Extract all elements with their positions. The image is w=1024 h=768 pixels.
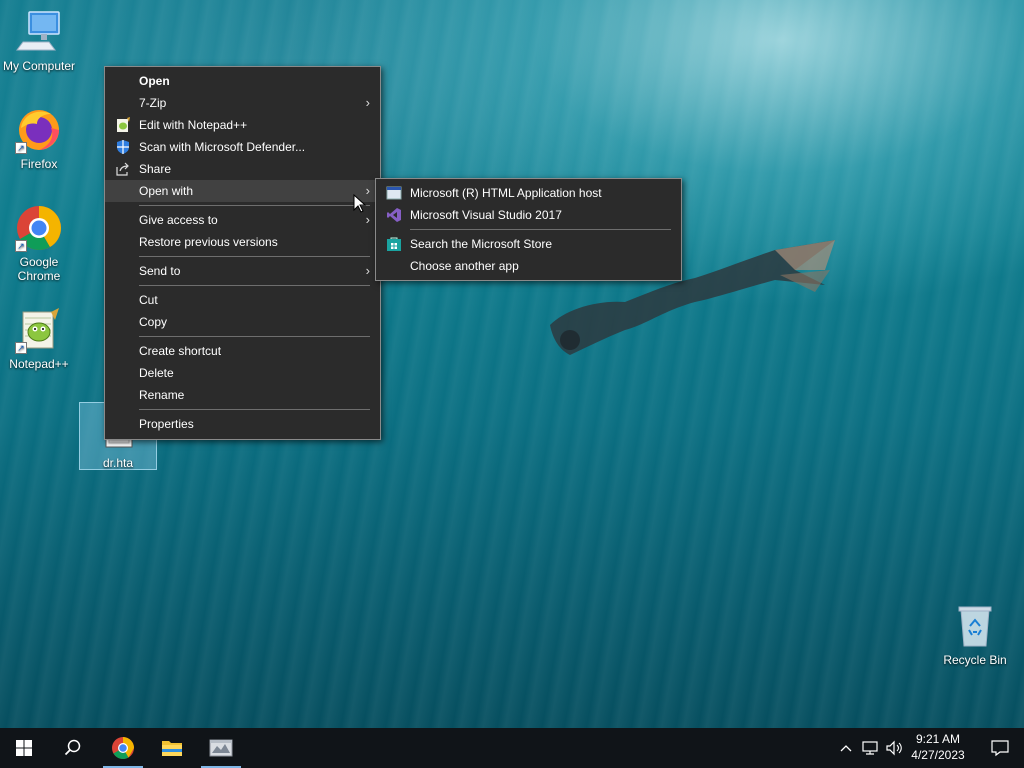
- speaker-icon: [886, 740, 902, 756]
- visual-studio-icon: [386, 207, 402, 223]
- desktop-icon-notepadpp[interactable]: ↗ Notepad++: [0, 306, 78, 371]
- notepadpp-icon: ↗: [15, 306, 63, 354]
- menu-item-label: Create shortcut: [139, 344, 222, 358]
- desktop-icon-firefox[interactable]: ↗ Firefox: [0, 106, 78, 171]
- desktop-icon-label: Google Chrome: [17, 255, 61, 283]
- desktop-icon-my-computer[interactable]: My Computer: [0, 8, 78, 73]
- menu-separator: [139, 336, 370, 337]
- shortcut-arrow-icon: ↗: [15, 142, 27, 154]
- menu-item-label: Restore previous versions: [139, 235, 278, 249]
- taskbar-app-button[interactable]: [197, 728, 245, 768]
- menu-item-label: Scan with Microsoft Defender...: [139, 140, 306, 154]
- menu-item-label: Copy: [139, 315, 168, 329]
- menu-item-label: Microsoft (R) HTML Application host: [410, 186, 602, 200]
- folder-icon: [162, 741, 182, 756]
- search-icon: [64, 739, 81, 756]
- menu-item-label: Rename: [139, 388, 185, 402]
- start-button[interactable]: [0, 728, 48, 768]
- menu-item-label: Microsoft Visual Studio 2017: [410, 208, 562, 222]
- share-icon: [115, 161, 131, 177]
- menu-item-7zip[interactable]: 7-Zip ›: [105, 92, 380, 114]
- taskbar-file-explorer-button[interactable]: [148, 728, 196, 768]
- submenu-item-choose-another-app[interactable]: Choose another app: [376, 255, 681, 277]
- menu-item-scan-defender[interactable]: Scan with Microsoft Defender...: [105, 136, 380, 158]
- desktop-icon-label: Notepad++: [9, 357, 69, 371]
- chevron-up-icon: [840, 745, 852, 752]
- chrome-icon: [112, 737, 134, 759]
- menu-item-properties[interactable]: Properties: [105, 413, 380, 435]
- taskbar-chrome-button[interactable]: [99, 728, 147, 768]
- context-menu: Open 7-Zip › Edit with Notepad++ Scan wi…: [104, 66, 381, 440]
- chevron-right-icon: ›: [365, 95, 370, 110]
- menu-item-open[interactable]: Open: [105, 70, 380, 92]
- desktop-icon-recycle-bin[interactable]: Recycle Bin: [936, 602, 1014, 667]
- menu-item-send-to[interactable]: Send to ›: [105, 260, 380, 282]
- menu-item-label: Edit with Notepad++: [139, 118, 248, 132]
- clock-date: 4/27/2023: [911, 748, 965, 762]
- menu-item-rename[interactable]: Rename: [105, 384, 380, 406]
- store-icon: [386, 236, 402, 252]
- submenu-item-visual-studio[interactable]: Microsoft Visual Studio 2017: [376, 204, 681, 226]
- menu-separator: [139, 256, 370, 257]
- menu-item-label: Give access to: [139, 213, 218, 227]
- menu-separator: [139, 285, 370, 286]
- menu-separator: [139, 205, 370, 206]
- menu-item-label: Cut: [139, 293, 158, 307]
- menu-item-restore-versions[interactable]: Restore previous versions: [105, 231, 380, 253]
- network-icon: [862, 741, 878, 755]
- network-button[interactable]: [860, 738, 880, 758]
- search-button[interactable]: [48, 728, 96, 768]
- menu-item-edit-notepadpp[interactable]: Edit with Notepad++: [105, 114, 380, 136]
- menu-item-label: Send to: [139, 264, 181, 278]
- computer-icon: [15, 8, 63, 56]
- menu-item-delete[interactable]: Delete: [105, 362, 380, 384]
- menu-item-label: Share: [139, 162, 172, 176]
- notification-icon: [991, 740, 1009, 757]
- desktop-icon-chrome[interactable]: ↗ Google Chrome: [0, 204, 78, 283]
- taskbar: 9:21 AM 4/27/2023: [0, 728, 1024, 768]
- application-icon: [209, 739, 233, 757]
- windows-logo-icon: [16, 740, 32, 756]
- desktop-icon-label: Firefox: [20, 157, 58, 171]
- menu-item-give-access[interactable]: Give access to ›: [105, 209, 380, 231]
- menu-item-label: Open: [139, 74, 170, 88]
- menu-item-label: Properties: [139, 417, 194, 431]
- action-center-button[interactable]: [976, 728, 1024, 768]
- submenu-item-microsoft-store[interactable]: Search the Microsoft Store: [376, 233, 681, 255]
- menu-item-create-shortcut[interactable]: Create shortcut: [105, 340, 380, 362]
- menu-item-label: Choose another app: [410, 259, 519, 273]
- menu-item-label: Delete: [139, 366, 174, 380]
- open-with-submenu: Microsoft (R) HTML Application host Micr…: [375, 178, 682, 281]
- show-hidden-icons-button[interactable]: [838, 738, 854, 758]
- desktop-icon-label: Recycle Bin: [943, 653, 1007, 667]
- shield-icon: [115, 139, 131, 155]
- menu-item-copy[interactable]: Copy: [105, 311, 380, 333]
- menu-separator: [139, 409, 370, 410]
- submenu-item-hta-host[interactable]: Microsoft (R) HTML Application host: [376, 182, 681, 204]
- menu-item-label: 7-Zip: [139, 96, 167, 110]
- desktop-icon-label: My Computer: [2, 59, 76, 73]
- recycle-bin-icon: [951, 602, 999, 650]
- desktop-icon-label: dr.hta: [102, 456, 134, 470]
- shortcut-arrow-icon: ↗: [15, 342, 27, 354]
- menu-item-cut[interactable]: Cut: [105, 289, 380, 311]
- menu-separator: [410, 229, 671, 230]
- clock[interactable]: 9:21 AM 4/27/2023: [906, 731, 970, 763]
- chrome-icon: ↗: [15, 204, 63, 252]
- menu-item-share[interactable]: Share: [105, 158, 380, 180]
- clock-time: 9:21 AM: [915, 732, 961, 746]
- menu-item-open-with[interactable]: Open with ›: [105, 180, 380, 202]
- shortcut-arrow-icon: ↗: [15, 240, 27, 252]
- menu-item-label: Search the Microsoft Store: [410, 237, 553, 251]
- chevron-right-icon: ›: [365, 263, 370, 278]
- notepadpp-icon: [115, 117, 131, 133]
- mouse-cursor-icon: [353, 194, 367, 213]
- menu-item-label: Open with: [139, 184, 194, 198]
- application-window-icon: [386, 185, 402, 201]
- firefox-icon: ↗: [15, 106, 63, 154]
- volume-button[interactable]: [884, 738, 904, 758]
